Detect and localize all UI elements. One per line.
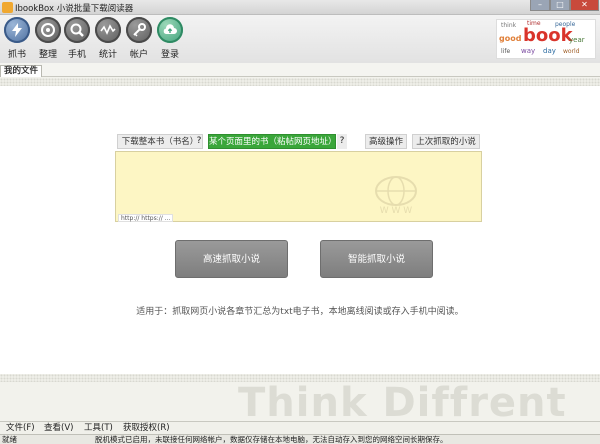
menu-file[interactable]: 文件(F) bbox=[6, 423, 35, 434]
title-bar: IbookBox 小说批量下载阅读器 – □ ✕ bbox=[0, 0, 600, 15]
tab-download-whole-book[interactable]: 下载整本书（书名） bbox=[117, 134, 203, 149]
account-button[interactable]: 帐户 bbox=[124, 17, 154, 61]
smart-grab-novel-button[interactable]: 智能抓取小说 bbox=[320, 240, 433, 278]
statistics-button[interactable]: 统计 bbox=[93, 17, 123, 61]
toolbar-label: 整理 bbox=[38, 50, 57, 60]
word-cloud-logo: think time people book good year life wa… bbox=[496, 19, 596, 59]
status-bar: 就绪 脱机模式已启用，未联接任何网络帐户，数据仅存储在本地电脑，无法自动存入到您… bbox=[0, 434, 600, 444]
status-message: 脱机模式已启用，未联接任何网络帐户，数据仅存储在本地电脑，无法自动存入到您的网络… bbox=[95, 435, 448, 444]
grab-book-button[interactable]: 抓书 bbox=[2, 17, 32, 61]
maximize-button[interactable]: □ bbox=[550, 0, 570, 11]
url-input[interactable] bbox=[116, 152, 481, 221]
logo-word: way bbox=[521, 47, 536, 55]
toolbar-label: 登录 bbox=[160, 50, 179, 60]
tab-last-grabbed-novel[interactable]: 上次抓取的小说 bbox=[412, 134, 480, 149]
url-input-area: W W W http:// https:// ... bbox=[115, 151, 482, 222]
fast-grab-novel-button[interactable]: 高速抓取小说 bbox=[175, 240, 288, 278]
help-icon[interactable]: ? bbox=[194, 134, 204, 149]
window-title: IbookBox 小说批量下载阅读器 bbox=[15, 4, 134, 14]
tab-my-files[interactable]: 我的文件 bbox=[0, 65, 43, 77]
menu-view[interactable]: 查看(V) bbox=[44, 423, 73, 434]
search-icon bbox=[64, 17, 90, 43]
key-icon bbox=[126, 17, 152, 43]
watermark-text: Think Diffrent bbox=[238, 380, 567, 426]
file-tab-strip: 我的文件 bbox=[0, 63, 600, 77]
status-ready: 就绪 bbox=[2, 435, 17, 444]
tab-advanced-operations[interactable]: 高级操作 bbox=[365, 134, 407, 149]
disc-icon bbox=[35, 17, 61, 43]
organize-button[interactable]: 整理 bbox=[33, 17, 63, 61]
logo-word: year bbox=[569, 36, 585, 44]
tab-page-url-book[interactable]: 某个页面里的书（粘帖网页地址） bbox=[208, 134, 337, 149]
toolbar-label: 抓书 bbox=[7, 50, 26, 60]
dotted-band-top bbox=[0, 78, 600, 86]
wave-icon bbox=[95, 17, 121, 43]
usage-note: 适用于：抓取网页小说各章节汇总为txt电子书，本地离线阅读或存入手机中阅读。 bbox=[136, 307, 464, 317]
lightning-icon bbox=[4, 17, 30, 43]
logo-word: world bbox=[563, 48, 580, 55]
logo-word: think bbox=[501, 22, 517, 29]
app-icon bbox=[2, 2, 13, 13]
menu-tools[interactable]: 工具(T) bbox=[84, 423, 113, 434]
logo-word: day bbox=[543, 47, 556, 55]
url-hint: http:// https:// ... bbox=[118, 214, 174, 222]
toolbar: 抓书 整理 手机 统计 帐户 登录 think time people book bbox=[0, 15, 600, 63]
logo-word: book bbox=[523, 25, 573, 46]
menu-get-license[interactable]: 获取授权(R) bbox=[123, 423, 170, 434]
main-content bbox=[0, 86, 600, 374]
help-icon[interactable]: ? bbox=[337, 134, 347, 149]
login-button[interactable]: 登录 bbox=[155, 17, 185, 61]
logo-word: good bbox=[499, 34, 522, 43]
mobile-button[interactable]: 手机 bbox=[62, 17, 92, 61]
toolbar-label: 帐户 bbox=[129, 50, 148, 60]
toolbar-label: 统计 bbox=[98, 50, 117, 60]
close-button[interactable]: ✕ bbox=[570, 0, 599, 11]
toolbar-label: 手机 bbox=[67, 50, 86, 60]
logo-word: life bbox=[501, 48, 511, 55]
cloud-upload-icon bbox=[157, 17, 183, 43]
minimize-button[interactable]: – bbox=[530, 0, 550, 11]
menu-bar: 文件(F) 查看(V) 工具(T) 获取授权(R) bbox=[0, 421, 600, 434]
